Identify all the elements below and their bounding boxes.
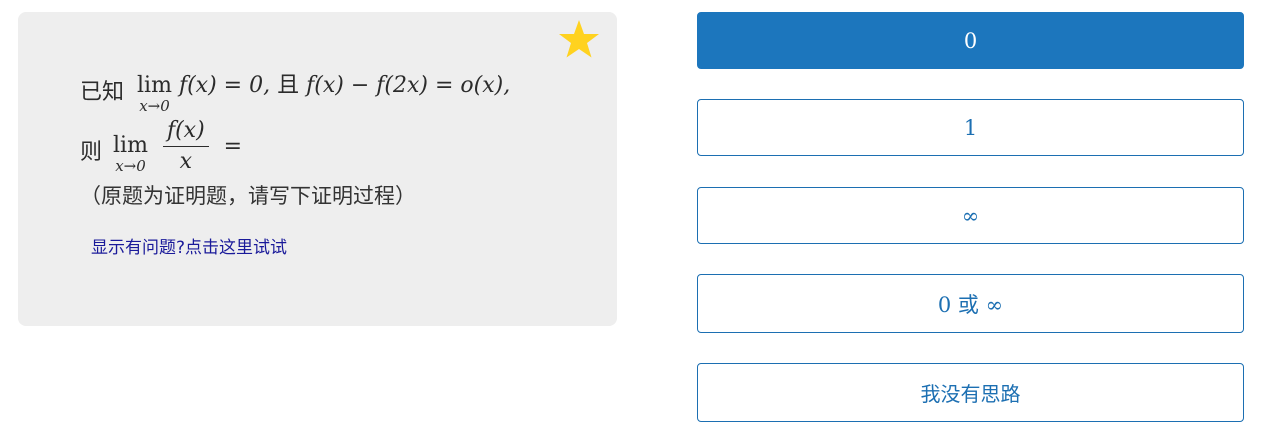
limit-word: lim [137,73,172,98]
limit-subscript: x→0 [115,157,146,175]
option-label: 0 或 ∞ [937,292,1004,317]
question-note: （原题为证明题，请写下证明过程） [80,184,416,208]
option-0-or-infinity[interactable]: 0 或 ∞ [697,274,1244,333]
question-line-1: 已知 lim x→0 f(x) = 0, 且 f(x) − f(2x) = o(… [80,73,511,115]
equals-sign: = [223,134,243,159]
math-expression: f(x) = 0, [178,73,271,98]
fraction-numerator: f(x) [162,118,209,147]
question-card: 已知 lim x→0 f(x) = 0, 且 f(x) − f(2x) = o(… [18,12,617,326]
question-line-2: 则 lim x→0 f(x) x = [80,118,242,175]
limit-operator: lim x→0 [113,133,148,175]
option-label: 0 [963,28,978,53]
question-prefix: 已知 [80,80,125,105]
option-label: 我没有思路 [920,382,1021,406]
limit-word: lim [113,133,148,158]
fraction: f(x) x [162,118,209,175]
fraction-denominator: x [179,149,193,174]
option-0[interactable]: 0 [697,12,1244,69]
question-connector: 且 [277,73,300,98]
option-no-idea[interactable]: 我没有思路 [697,363,1244,422]
limit-subscript: x→0 [139,97,170,115]
star-icon[interactable] [558,18,600,60]
display-issue-link[interactable]: 显示有问题?点击这里试试 [91,233,287,258]
limit-operator: lim x→0 [137,73,172,115]
option-label: 1 [963,115,978,140]
option-1[interactable]: 1 [697,99,1244,156]
option-label: ∞ [961,203,980,228]
option-infinity[interactable]: ∞ [697,187,1244,244]
question-prefix: 则 [80,140,103,165]
math-expression: f(x) − f(2x) = o(x), [306,73,511,98]
